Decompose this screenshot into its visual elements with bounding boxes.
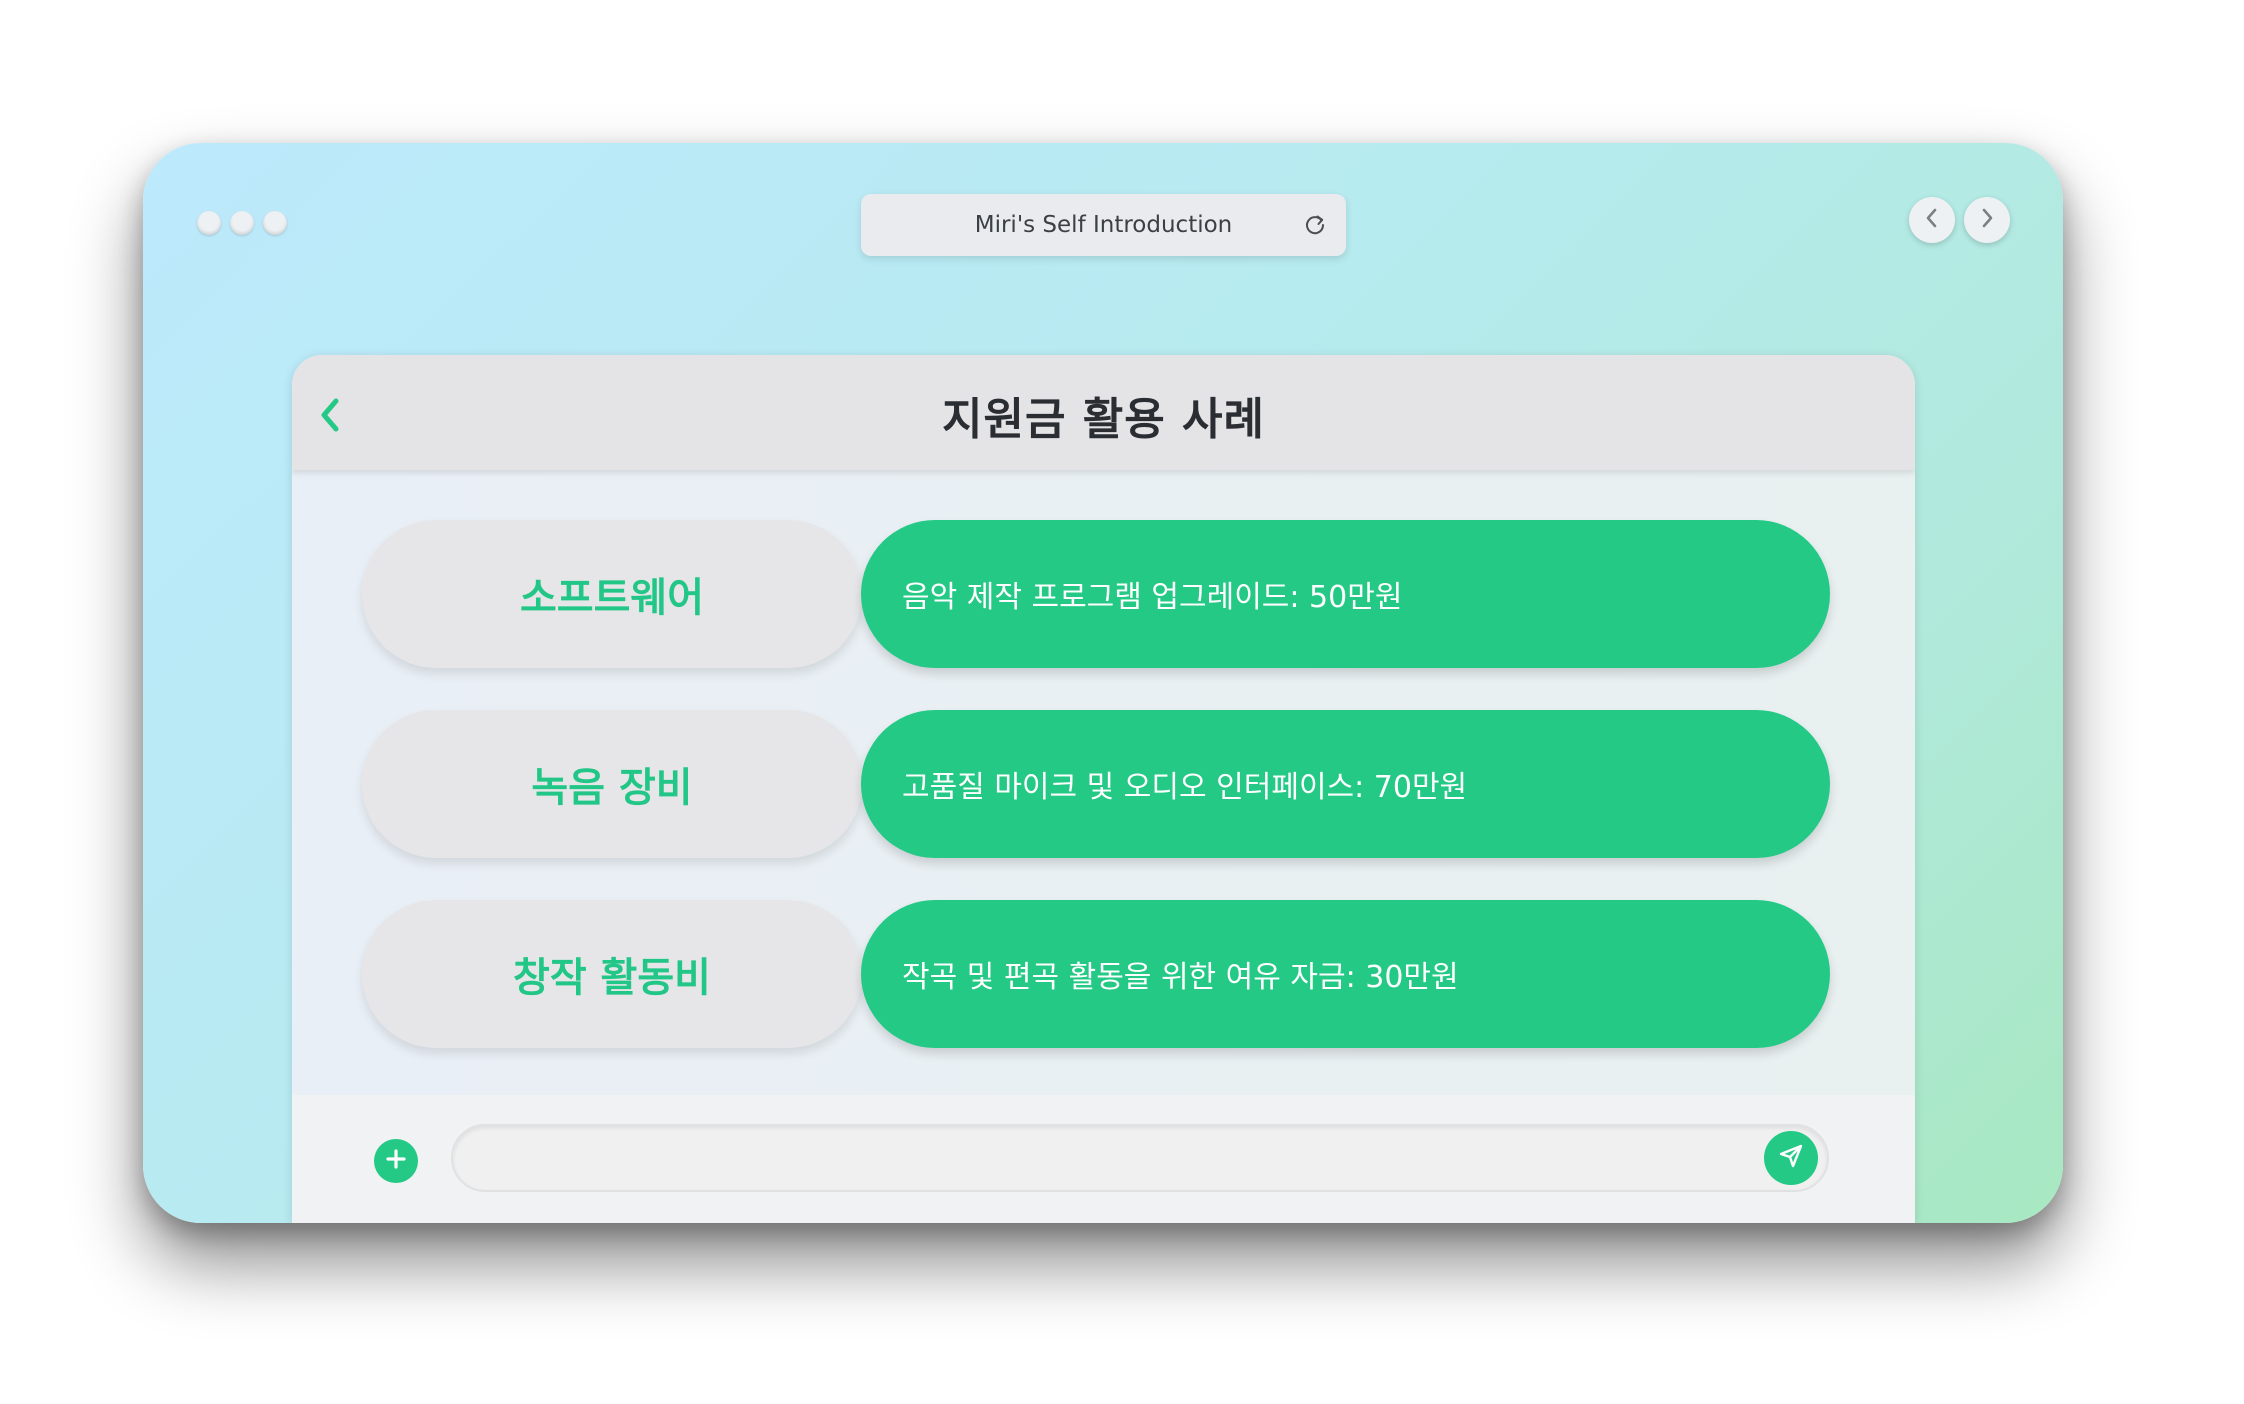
window-control-dot[interactable] [197, 211, 221, 235]
nav-back-button[interactable] [1909, 197, 1955, 243]
send-icon [1776, 1141, 1806, 1175]
list-item: 소프트웨어 음악 제작 프로그램 업그레이드: 50만원 [362, 520, 1830, 668]
page-title: 지원금 활용 사례 [942, 394, 1265, 445]
browser-window: Miri's Self Introduction 지원금 활용 사례 소프트웨어… [143, 143, 2063, 1223]
address-bar[interactable]: Miri's Self Introduction [861, 194, 1346, 256]
add-button[interactable] [374, 1139, 418, 1183]
item-label: 소프트웨어 [362, 520, 862, 668]
send-button[interactable] [1764, 1131, 1818, 1185]
plus-icon [384, 1147, 408, 1175]
item-label: 창작 활동비 [362, 900, 862, 1048]
list-item: 창작 활동비 작곡 및 편곡 활동을 위한 여유 자금: 30만원 [362, 900, 1830, 1048]
item-value: 작곡 및 편곡 활동을 위한 여유 자금: 30만원 [861, 900, 1830, 1048]
nav-forward-button[interactable] [1964, 197, 2010, 243]
list-item: 녹음 장비 고품질 마이크 및 오디오 인터페이스: 70만원 [362, 710, 1830, 858]
item-label: 녹음 장비 [362, 710, 862, 858]
message-composer [292, 1095, 1915, 1223]
chevron-right-icon [1977, 206, 1997, 234]
window-title: Miri's Self Introduction [974, 212, 1233, 238]
window-controls [197, 211, 287, 235]
message-input[interactable] [451, 1124, 1829, 1192]
item-value: 음악 제작 프로그램 업그레이드: 50만원 [861, 520, 1830, 668]
content-panel: 지원금 활용 사례 소프트웨어 음악 제작 프로그램 업그레이드: 50만원 녹… [292, 355, 1915, 1223]
chevron-left-icon [1922, 206, 1942, 234]
window-control-dot[interactable] [230, 211, 254, 235]
item-value: 고품질 마이크 및 오디오 인터페이스: 70만원 [861, 710, 1830, 858]
window-control-dot[interactable] [263, 211, 287, 235]
panel-header: 지원금 활용 사례 [292, 355, 1915, 470]
reload-icon[interactable] [1302, 212, 1328, 238]
